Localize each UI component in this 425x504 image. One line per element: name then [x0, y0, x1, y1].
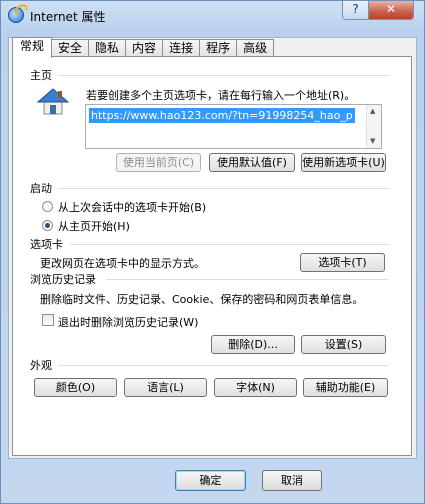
tabs-section-label: 选项卡: [30, 238, 63, 251]
radio-home-page[interactable]: [42, 220, 53, 231]
tab-content[interactable]: 内容: [125, 39, 164, 57]
history-settings-button[interactable]: 设置(S): [301, 335, 386, 354]
house-icon: [36, 88, 70, 115]
appearance-divider: [58, 365, 388, 366]
url-scrollbar[interactable]: ▲ ▼: [366, 105, 381, 148]
help-button[interactable]: ?: [342, 1, 369, 20]
use-default-button[interactable]: 使用默认值(F): [209, 153, 295, 172]
tab-advanced[interactable]: 高级: [236, 39, 275, 57]
tabs-settings-button[interactable]: 选项卡(T): [300, 253, 385, 272]
tab-privacy[interactable]: 隐私: [88, 39, 127, 57]
tab-general[interactable]: 常规: [12, 37, 53, 58]
home-divider: [58, 75, 388, 76]
internet-explorer-icon: [8, 7, 24, 23]
delete-on-exit-checkbox[interactable]: [42, 314, 54, 326]
ok-button[interactable]: 确定: [175, 470, 246, 491]
fonts-button[interactable]: 字体(N): [214, 378, 297, 397]
tabs-divider: [70, 244, 388, 245]
scroll-up-icon[interactable]: ▲: [370, 107, 375, 115]
last-session-label: 从上次会话中的选项卡开始(B): [58, 201, 207, 214]
history-section-label: 浏览历史记录: [30, 273, 96, 286]
radio-last-session[interactable]: [42, 201, 53, 212]
history-divider: [106, 279, 388, 280]
colors-button[interactable]: 颜色(O): [34, 378, 117, 397]
home-instruction: 若要创建多个主页选项卡，请在每行输入一个地址(R)。: [86, 89, 356, 102]
tab-programs[interactable]: 程序: [199, 39, 238, 57]
scroll-down-icon[interactable]: ▼: [370, 137, 375, 145]
home-section-label: 主页: [30, 69, 52, 82]
title-bar[interactable]: Internet 属性 ? ✕: [1, 1, 424, 31]
use-new-tab-button[interactable]: 使用新选项卡(U): [301, 153, 386, 172]
history-description: 删除临时文件、历史记录、Cookie、保存的密码和网页表单信息。: [40, 293, 364, 306]
use-current-button[interactable]: 使用当前页(C): [116, 153, 201, 172]
tabs-description: 更改网页在选项卡中的显示方式。: [40, 257, 205, 270]
appearance-section-label: 外观: [30, 359, 52, 372]
tab-strip: 常规 安全 隐私 内容 连接 程序 高级: [12, 37, 275, 58]
window-title: Internet 属性: [30, 10, 106, 24]
home-page-url-field[interactable]: https://www.hao123.com/?tn=91998254_hao_…: [85, 104, 382, 149]
cancel-button[interactable]: 取消: [262, 470, 322, 491]
delete-history-button[interactable]: 删除(D)...: [211, 335, 295, 354]
tab-security[interactable]: 安全: [51, 39, 90, 57]
home-start-label: 从主页开始(H): [58, 220, 130, 233]
startup-section-label: 启动: [30, 182, 52, 195]
accessibility-button[interactable]: 辅助功能(E): [303, 378, 388, 397]
languages-button[interactable]: 语言(L): [124, 378, 207, 397]
delete-on-exit-label: 退出时删除浏览历史记录(W): [58, 316, 199, 329]
tab-connections[interactable]: 连接: [162, 39, 201, 57]
close-button[interactable]: ✕: [368, 1, 414, 20]
startup-divider: [58, 188, 388, 189]
home-page-url-text: https://www.hao123.com/?tn=91998254_hao_…: [89, 108, 355, 123]
